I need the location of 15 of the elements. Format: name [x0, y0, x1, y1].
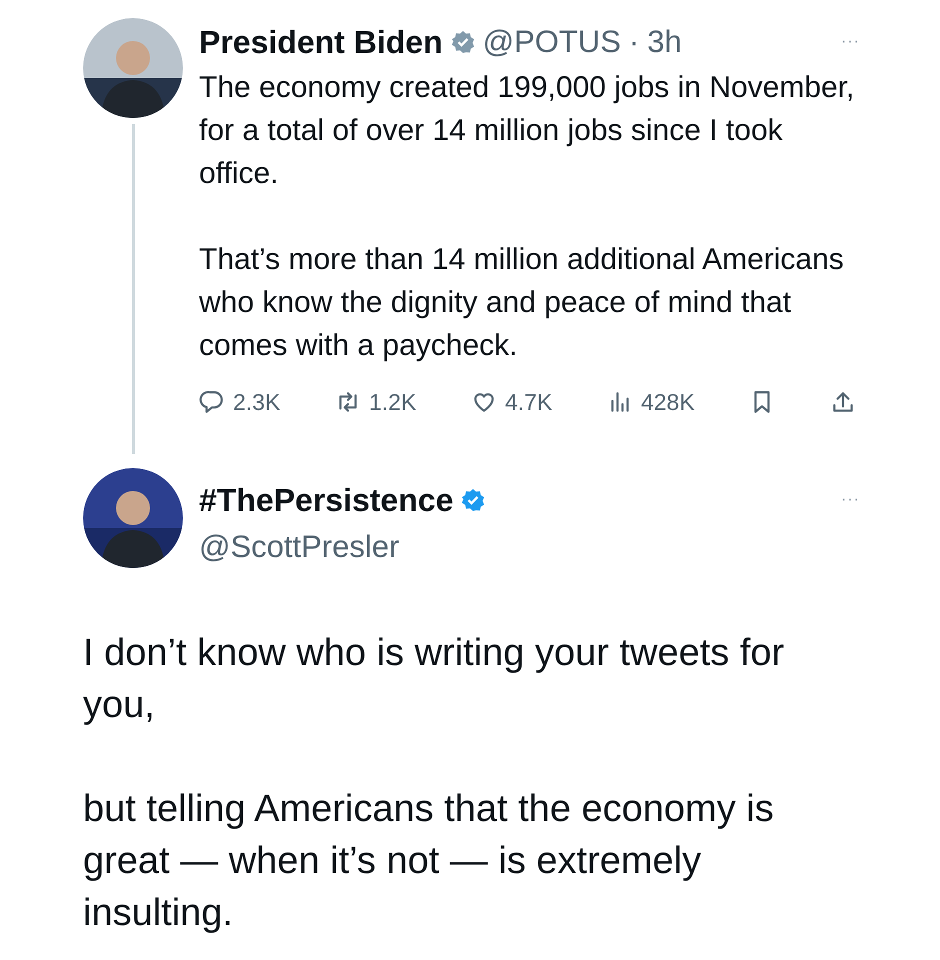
author-name: #ThePersistence [199, 481, 454, 520]
post-text: I don’t know who is writing your tweets for you, [83, 630, 786, 728]
author-handle: @POTUS [482, 22, 621, 61]
author-name: President Biden [199, 23, 443, 62]
reply-button[interactable]: 2.3K [199, 385, 280, 420]
like-button[interactable]: 4.7K [470, 385, 552, 420]
post-text: The economy created 199,000 jobs in November, for a total of over 14 million jobs since I took office. [199, 70, 856, 192]
views-button[interactable]: 428K [606, 385, 695, 420]
speech-bubble-icon [199, 389, 225, 416]
separator-dot: · [628, 22, 640, 61]
post-text: but telling Americans that the economy is great — when it’s not — is extremely insulting. [83, 786, 775, 936]
author-handle: @ScottPresler [199, 528, 400, 566]
post-text: That’s more than 14 million additional Americans who know the dignity and peace of mind that comes with a paycheck. [199, 242, 845, 364]
repost-button[interactable]: 1.2K [334, 385, 416, 420]
post-time: 3h [647, 22, 682, 61]
